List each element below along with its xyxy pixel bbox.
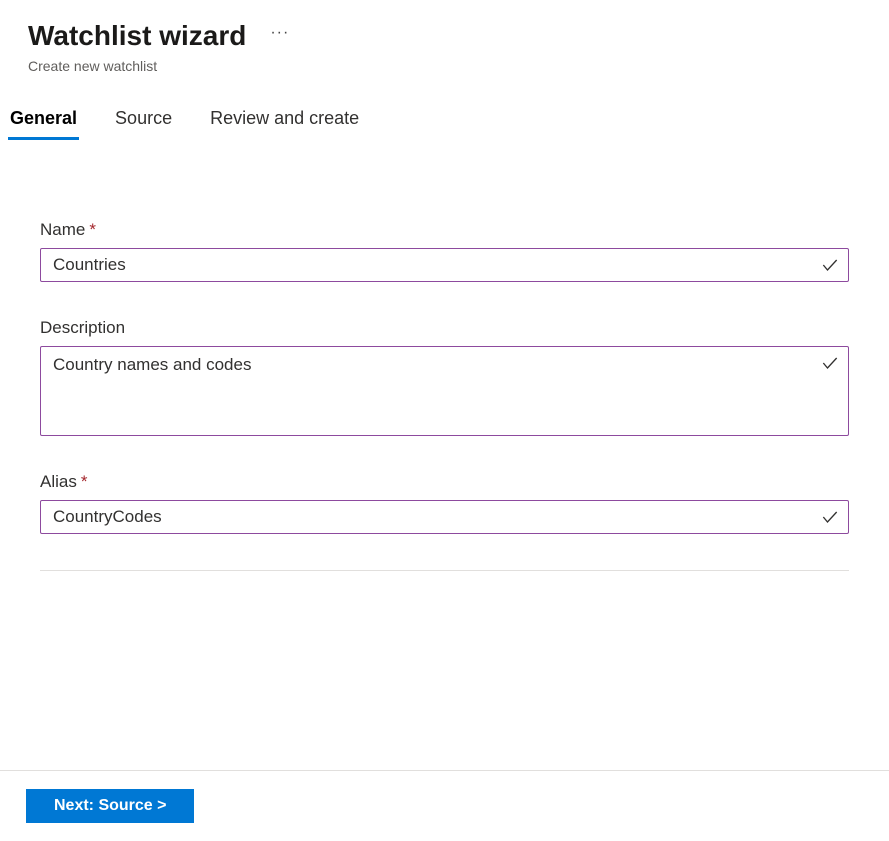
tab-source[interactable]: Source [113,104,174,140]
more-icon[interactable]: ··· [270,24,289,48]
divider [40,570,849,571]
form-group-alias: Alias* [40,472,849,534]
description-input-wrap: Country names and codes [40,346,849,436]
tabs: General Source Review and create [0,74,889,140]
required-indicator: * [89,220,96,239]
alias-input[interactable] [41,501,848,533]
tab-review[interactable]: Review and create [208,104,361,140]
footer: Next: Source > [0,770,889,841]
required-indicator: * [81,472,88,491]
name-input-wrap [40,248,849,282]
form-group-name: Name* [40,220,849,282]
name-label: Name* [40,220,849,240]
form-area: Name* Description Country names and code… [0,140,889,571]
description-input[interactable]: Country names and codes [41,347,848,435]
name-label-text: Name [40,220,85,239]
next-button[interactable]: Next: Source > [26,789,194,823]
alias-label-text: Alias [40,472,77,491]
form-group-description: Description Country names and codes [40,318,849,436]
alias-label: Alias* [40,472,849,492]
page-subtitle: Create new watchlist [0,58,889,74]
alias-input-wrap [40,500,849,534]
name-input[interactable] [41,249,848,281]
tab-general[interactable]: General [8,104,79,140]
description-label: Description [40,318,849,338]
page-title: Watchlist wizard [28,20,246,52]
